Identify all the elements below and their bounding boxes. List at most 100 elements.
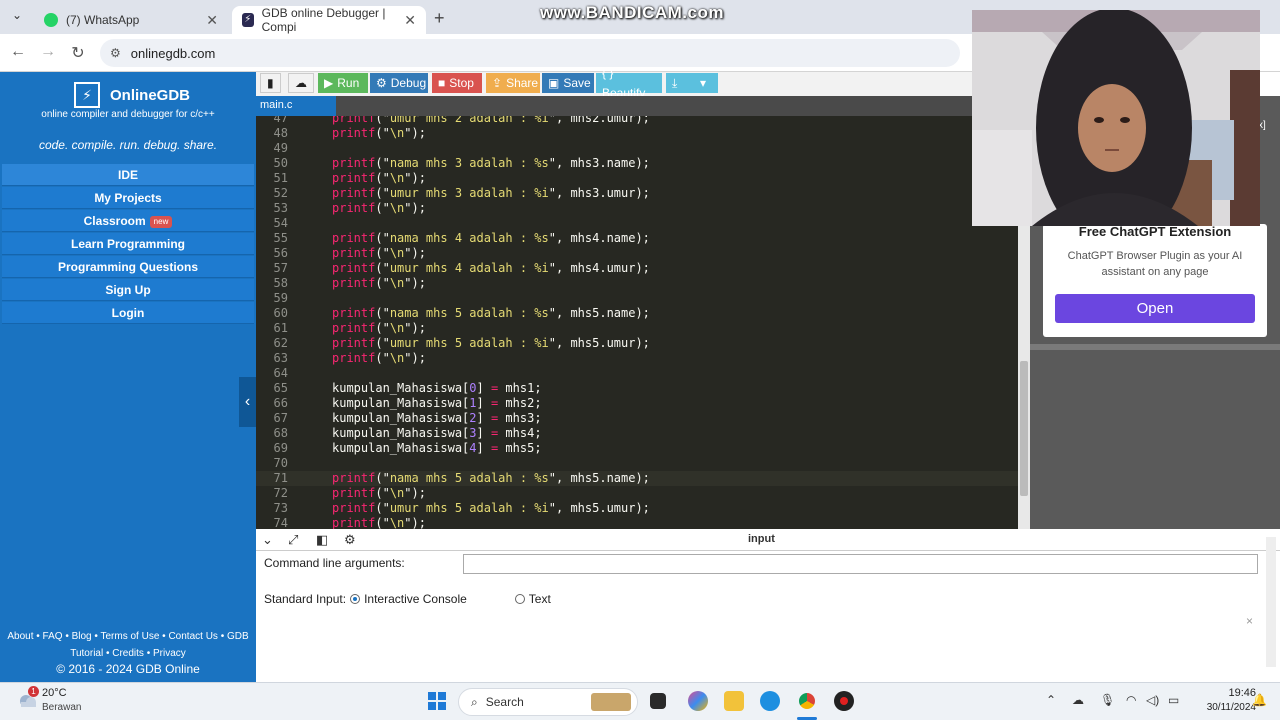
run-button[interactable]: ▶ Run — [318, 73, 368, 93]
line-number: 54 — [273, 216, 288, 230]
code-line[interactable]: 52 printf("umur mhs 3 adalah : %i", mhs3.… — [256, 186, 1018, 201]
sidebar-item-learn-programming[interactable]: Learn Programming — [2, 233, 254, 255]
volume-icon[interactable]: ◁) — [1146, 693, 1159, 707]
sidebar-item-ide[interactable]: IDE — [2, 164, 254, 186]
footer-links-line1[interactable]: About • FAQ • Blog • Terms of Use • Cont… — [0, 628, 256, 645]
wifi-icon[interactable]: ◠ — [1126, 693, 1136, 707]
upload-icon[interactable]: ☁ — [288, 73, 314, 93]
task-view-icon[interactable] — [650, 693, 666, 709]
weather-description[interactable]: Berawan — [42, 702, 81, 713]
network-status-icon[interactable]: ☁ — [1072, 693, 1084, 707]
browser-tab-whatsapp[interactable]: (7) WhatsApp ✕ — [34, 6, 228, 34]
interactive-console-label[interactable]: Interactive Console — [364, 592, 467, 606]
code-line[interactable]: 63 printf("\n"); — [256, 351, 1018, 366]
edge-browser-icon[interactable] — [760, 691, 780, 711]
chrome-icon[interactable] — [797, 691, 817, 711]
windows-start-icon[interactable] — [427, 691, 447, 711]
code-line[interactable]: 65 kumpulan_Mahasiswa[0] = mhs1; — [256, 381, 1018, 396]
microphone-icon[interactable]: 🎙 — [1100, 693, 1115, 707]
settings-gear-icon[interactable]: ⚙ — [344, 532, 356, 548]
browser-tab-gdb[interactable]: ⚡ GDB online Debugger | Compi ✕ — [232, 6, 426, 34]
code-line[interactable]: 47 printf("umur mhs 2 adalah : %i", mhs2.… — [256, 116, 1018, 126]
debug-button[interactable]: ⚙ Debug — [370, 73, 428, 93]
site-info-icon[interactable]: ⚙ — [110, 46, 121, 60]
code-line[interactable]: 60 printf("nama mhs 5 adalah : %s", mhs5.… — [256, 306, 1018, 321]
language-dropdown-chevron-down-icon[interactable]: ▾ — [694, 73, 718, 93]
code-line[interactable]: 71 printf("nama mhs 5 adalah : %s", mhs5.… — [256, 471, 1018, 486]
sidebar-item-classroom[interactable]: Classroom new — [2, 210, 254, 232]
weather-temperature[interactable]: 20°C — [42, 687, 67, 699]
code-line[interactable]: 59 — [256, 291, 1018, 306]
code-line[interactable]: 51 printf("\n"); — [256, 171, 1018, 186]
line-number: 56 — [273, 246, 288, 260]
interactive-console-radio[interactable] — [350, 594, 361, 604]
code-line[interactable]: 54 — [256, 216, 1018, 231]
text-option-label[interactable]: Text — [529, 592, 551, 606]
expand-icon[interactable]: ⤢ — [288, 532, 298, 548]
notifications-bell-icon[interactable]: 🔔 — [1252, 693, 1267, 707]
new-file-icon[interactable]: ▮ — [260, 73, 281, 93]
beautify-button[interactable]: { } Beautify — [596, 66, 662, 100]
layout-icon[interactable]: ◧ — [316, 532, 328, 548]
ad-open-button[interactable]: Open — [1055, 294, 1255, 323]
sidebar-item-sign-up[interactable]: Sign Up — [2, 279, 254, 301]
command-line-args-label: Command line arguments: — [264, 556, 405, 570]
footer-links[interactable]: About • FAQ • Blog • Terms of Use • Cont… — [0, 628, 256, 662]
file-explorer-icon[interactable] — [724, 691, 744, 711]
code-editor[interactable]: 47 printf("umur mhs 2 adalah : %i", mhs2.… — [256, 116, 1018, 529]
code-line[interactable]: 73 printf("umur mhs 5 adalah : %i", mhs5.… — [256, 501, 1018, 516]
file-tab-main-c[interactable]: main.c — [256, 96, 336, 116]
clock-date[interactable]: 30/11/2024 — [1186, 702, 1256, 713]
code-line[interactable]: 61 printf("\n"); — [256, 321, 1018, 336]
back-icon[interactable]: ← — [8, 43, 28, 61]
reload-icon[interactable]: ↻ — [68, 43, 88, 63]
code-line[interactable]: 67 kumpulan_Mahasiswa[2] = mhs3; — [256, 411, 1018, 426]
close-tab-icon[interactable]: ✕ — [404, 12, 416, 29]
save-label: Save — [563, 76, 591, 90]
close-icon[interactable]: × — [1246, 614, 1253, 628]
code-line[interactable]: 55 printf("nama mhs 4 adalah : %s", mhs4.… — [256, 231, 1018, 246]
code-line[interactable]: 68 kumpulan_Mahasiswa[3] = mhs4; — [256, 426, 1018, 441]
code-line[interactable]: 56 printf("\n"); — [256, 246, 1018, 261]
share-button[interactable]: ⇪ Share — [486, 73, 540, 93]
code-line[interactable]: 69 kumpulan_Mahasiswa[4] = mhs5; — [256, 441, 1018, 456]
command-line-args-input[interactable] — [463, 554, 1258, 574]
footer-links-line2[interactable]: Tutorial • Credits • Privacy — [0, 645, 256, 662]
code-line[interactable]: 64 — [256, 366, 1018, 381]
sidebar-item-label: Programming Questions — [57, 260, 199, 274]
url-field[interactable]: ⚙ onlinegdb.com — [100, 39, 960, 67]
code-line[interactable]: 58 printf("\n"); — [256, 276, 1018, 291]
battery-icon[interactable]: ▭ — [1168, 693, 1179, 707]
sidebar-item-login[interactable]: Login — [2, 302, 254, 324]
io-scrollbar[interactable] — [1266, 537, 1276, 667]
text-radio[interactable] — [514, 594, 525, 604]
save-button[interactable]: ▣ Save — [542, 73, 594, 93]
code-line[interactable]: 50 printf("nama mhs 3 adalah : %s", mhs3.… — [256, 156, 1018, 171]
copilot-icon[interactable] — [688, 691, 708, 711]
forward-icon[interactable]: → — [38, 43, 58, 61]
chevron-down-icon[interactable]: ⌄ — [262, 532, 273, 548]
close-tab-icon[interactable]: ✕ — [206, 12, 218, 29]
new-tab-icon[interactable]: + — [434, 8, 445, 29]
taskbar-search-box[interactable]: ⌕ Search — [458, 688, 638, 716]
chevron-up-icon[interactable]: ⌃ — [1046, 693, 1056, 707]
stop-button[interactable]: ■ Stop — [432, 73, 482, 93]
code-line[interactable]: 70 — [256, 456, 1018, 471]
code-line[interactable]: 62 printf("umur mhs 5 adalah : %i", mhs5.… — [256, 336, 1018, 351]
sidebar-item-my-projects[interactable]: My Projects — [2, 187, 254, 209]
code-line[interactable]: 72 printf("\n"); — [256, 486, 1018, 501]
code-line[interactable]: 48 printf("\n"); — [256, 126, 1018, 141]
clock-time[interactable]: 19:46 — [1206, 687, 1256, 699]
sidebar-item-programming-questions[interactable]: Programming Questions — [2, 256, 254, 278]
code-line[interactable]: 57 printf("umur mhs 4 adalah : %i", mhs4.… — [256, 261, 1018, 276]
code-line[interactable]: 53 printf("\n"); — [256, 201, 1018, 216]
tab-search-dropdown-icon[interactable]: ⌄ — [8, 8, 26, 26]
ad-card[interactable]: Free ChatGPT Extension ChatGPT Browser P… — [1043, 224, 1267, 337]
editor-scroll-thumb[interactable] — [1020, 361, 1028, 496]
code-line[interactable]: 49 — [256, 141, 1018, 156]
code-line[interactable]: 66 kumpulan_Mahasiswa[1] = mhs2; — [256, 396, 1018, 411]
code-line[interactable]: 74 printf("\n"); — [256, 516, 1018, 529]
collapse-sidebar-chevron-left-icon[interactable]: ‹ — [239, 377, 256, 427]
logo[interactable]: ⚡ OnlineGDB online compiler and debugger… — [0, 72, 256, 130]
download-icon[interactable]: ⤓ — [666, 73, 694, 93]
